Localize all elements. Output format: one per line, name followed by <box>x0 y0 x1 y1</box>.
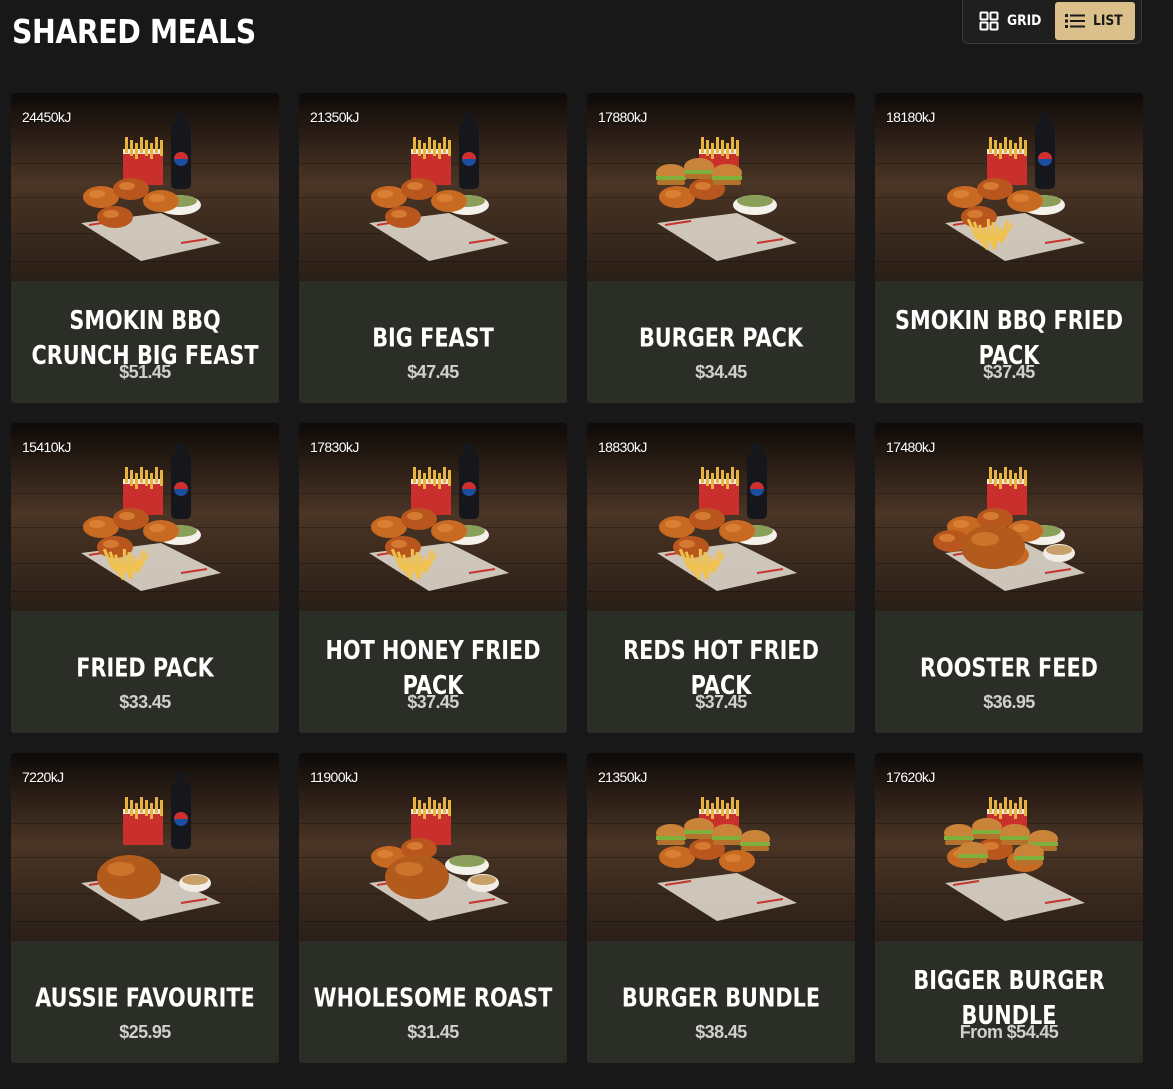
product-price: $31.45 <box>407 1022 459 1042</box>
meal-illustration <box>945 113 1085 261</box>
product-card[interactable]: 17830kJ HOT HONEY FRIED PACK $37.45 <box>299 423 567 733</box>
product-card[interactable]: 24450kJ SMOKIN BBQ CRUNCH BIG FEAST $51.… <box>11 93 279 403</box>
product-card[interactable]: 11900kJ WHOLESOME ROAST $31.45 <box>299 753 567 1063</box>
product-card[interactable]: 7220kJ AUSSIE FAVOURITE $25.95 <box>11 753 279 1063</box>
card-body: REDS HOT FRIED PACK $37.45 <box>587 611 855 733</box>
product-price: $36.95 <box>983 692 1035 712</box>
grid-view-label: GRID <box>1007 12 1042 29</box>
meal-illustration <box>81 773 221 921</box>
card-body: HOT HONEY FRIED PACK $37.45 <box>299 611 567 733</box>
product-name: BIG FEAST <box>372 323 494 354</box>
meal-illustration <box>369 443 509 591</box>
product-price: $38.45 <box>695 1022 747 1042</box>
meal-image: 15410kJ <box>11 423 279 611</box>
meal-illustration <box>369 113 509 261</box>
product-card[interactable]: 18180kJ SMOKIN BBQ FRIED PACK $37.45 <box>875 93 1143 403</box>
product-name: AUSSIE FAVOURITE <box>35 983 255 1014</box>
meal-image: 21350kJ <box>587 753 855 941</box>
view-toggle: GRID LIST <box>962 0 1142 44</box>
meal-illustration <box>657 443 797 591</box>
meal-illustration <box>369 797 509 921</box>
card-body: WHOLESOME ROAST $31.45 <box>299 941 567 1063</box>
product-card[interactable]: 17880kJ BURGER PACK $34.45 <box>587 93 855 403</box>
card-body: AUSSIE FAVOURITE $25.95 <box>11 941 279 1063</box>
meal-image: 7220kJ <box>11 753 279 941</box>
product-price: $25.95 <box>119 1022 171 1042</box>
card-body: FRIED PACK $33.45 <box>11 611 279 733</box>
meal-illustration <box>656 797 797 921</box>
product-card[interactable]: 21350kJ BIG FEAST $47.45 <box>299 93 567 403</box>
product-card[interactable]: 18830kJ REDS HOT FRIED PACK $37.45 <box>587 423 855 733</box>
product-price: $37.45 <box>983 362 1035 382</box>
shared-meals-page: SHARED MEALS GRID LIST 24450kJ SMOKIN BB… <box>0 0 1173 1089</box>
product-grid: 24450kJ SMOKIN BBQ CRUNCH BIG FEAST $51.… <box>11 93 1144 1063</box>
list-icon <box>1065 13 1085 28</box>
product-name: WHOLESOME ROAST <box>313 983 553 1014</box>
product-price: From $54.45 <box>959 1022 1059 1042</box>
meal-image: 17480kJ <box>875 423 1143 611</box>
card-body: BIGGER BURGER BUNDLE From $54.45 <box>875 941 1143 1063</box>
grid-view-button[interactable]: GRID <box>979 3 1055 39</box>
product-price: $33.45 <box>119 692 171 712</box>
card-body: BIG FEAST $47.45 <box>299 281 567 403</box>
card-body: BURGER PACK $34.45 <box>587 281 855 403</box>
product-name: BURGER PACK <box>638 323 804 354</box>
page-title: SHARED MEALS <box>12 12 256 51</box>
product-name: BURGER BUNDLE <box>621 983 821 1014</box>
meal-illustration <box>944 797 1085 921</box>
meal-image: 18180kJ <box>875 93 1143 281</box>
meal-illustration <box>81 443 221 591</box>
product-card[interactable]: 17480kJ ROOSTER FEED $36.95 <box>875 423 1143 733</box>
meal-image: 17620kJ <box>875 753 1143 941</box>
card-body: SMOKIN BBQ FRIED PACK $37.45 <box>875 281 1143 403</box>
meal-image: 18830kJ <box>587 423 855 611</box>
list-view-label: LIST <box>1093 12 1123 29</box>
product-price: $37.45 <box>407 692 459 712</box>
product-price: $37.45 <box>695 692 747 712</box>
list-view-button[interactable]: LIST <box>1055 1 1135 40</box>
product-card[interactable]: 21350kJ BURGER BUNDLE $38.45 <box>587 753 855 1063</box>
product-price: $51.45 <box>119 362 171 382</box>
meal-illustration <box>81 113 221 261</box>
meal-image: 11900kJ <box>299 753 567 941</box>
product-name: FRIED PACK <box>76 653 214 684</box>
meal-image: 17830kJ <box>299 423 567 611</box>
meal-image: 21350kJ <box>299 93 567 281</box>
product-price: $47.45 <box>407 362 459 382</box>
card-body: SMOKIN BBQ CRUNCH BIG FEAST $51.45 <box>11 281 279 403</box>
card-body: BURGER BUNDLE $38.45 <box>587 941 855 1063</box>
meal-illustration <box>933 467 1085 591</box>
product-price: $34.45 <box>695 362 747 382</box>
card-body: ROOSTER FEED $36.95 <box>875 611 1143 733</box>
meal-illustration <box>656 137 797 261</box>
meal-image: 24450kJ <box>11 93 279 281</box>
product-name: ROOSTER FEED <box>920 653 1098 684</box>
meal-image: 17880kJ <box>587 93 855 281</box>
product-card[interactable]: 17620kJ BIGGER BURGER BUNDLE From $54.45 <box>875 753 1143 1063</box>
product-card[interactable]: 15410kJ FRIED PACK $33.45 <box>11 423 279 733</box>
grid-icon <box>979 11 999 30</box>
